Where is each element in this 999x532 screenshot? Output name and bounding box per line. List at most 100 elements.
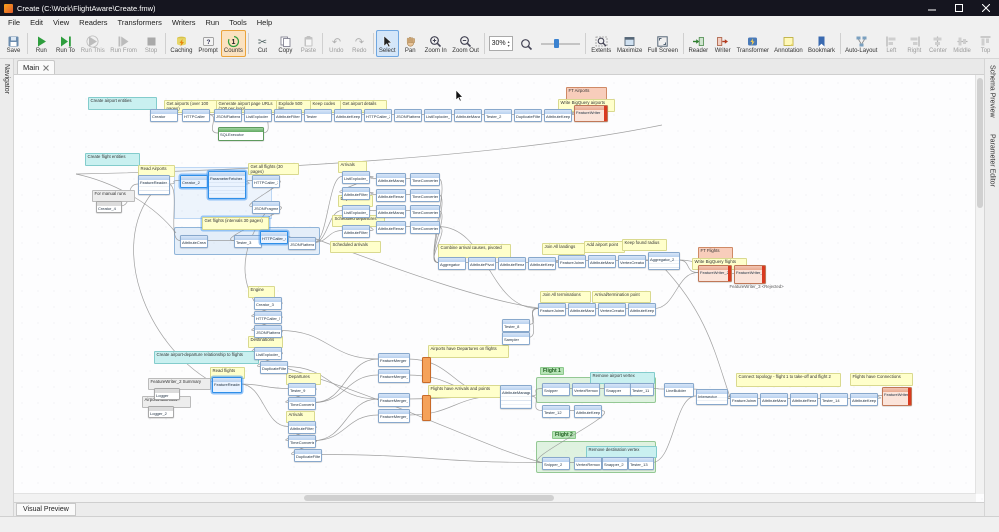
node-featurejoiner-2[interactable]: FeatureJoiner_2 [538, 303, 566, 316]
node-duplicatefilter-3[interactable]: DuplicateFilter_3 [294, 449, 322, 462]
annotation[interactable]: Join All landings [542, 243, 585, 255]
node-jsonflattener-2[interactable]: JSONFlattener_2 [394, 109, 422, 122]
annotation[interactable]: Create airport-departure relationship to… [154, 351, 259, 364]
tab-visual-preview[interactable]: Visual Preview [16, 503, 76, 516]
annotation[interactable]: Join All terminations [540, 291, 591, 303]
horizontal-scrollbar-thumb[interactable] [304, 495, 554, 501]
middle-button[interactable]: Middle [950, 30, 974, 57]
node-timeconverter-2[interactable]: TimeConverter_2 [410, 189, 440, 202]
node-timeconverter-4[interactable]: TimeConverter_4 [410, 221, 440, 234]
select-button[interactable]: Select [376, 30, 399, 57]
node-attributerenamer[interactable]: AttributeRenamer [376, 189, 406, 202]
node-httpcaller-4[interactable]: HTTPCaller_4 [260, 231, 288, 244]
node-tester-3[interactable]: Tester_3 [234, 235, 262, 248]
node-vertexremover-2[interactable]: VertexRemover_2 [574, 457, 602, 470]
node-attributemanager-6[interactable]: AttributeManager_6 [500, 385, 532, 409]
menu-file[interactable]: File [3, 18, 25, 27]
annotation[interactable]: Create flight entities [85, 153, 140, 166]
annotation[interactable]: Flights have Arrivals and points [428, 385, 505, 398]
node-attributefilter-4[interactable]: AttributeFilter_4 [288, 421, 316, 434]
node-listexploder-2[interactable]: ListExploder_2 [424, 109, 452, 122]
bookmark-button[interactable]: Bookmark [805, 30, 837, 57]
menu-view[interactable]: View [48, 18, 74, 27]
node-attributekeeper-6[interactable]: AttributeKeeper_6 [850, 393, 878, 406]
run-to-button[interactable]: Run To [53, 30, 78, 57]
counts-button[interactable]: 1Counts [221, 30, 246, 57]
node-snapper[interactable]: Snapper [604, 383, 632, 396]
pan-button[interactable]: Pan [399, 30, 422, 57]
node-attributemanager-7[interactable]: AttributeManager_7 [760, 393, 788, 406]
run-from-button[interactable]: Run From [108, 30, 140, 57]
maximize-button[interactable]: Maximize [614, 30, 645, 57]
run-this-button[interactable]: Run This [78, 30, 108, 57]
node-aggregator-2[interactable]: Aggregator_2 [648, 252, 680, 270]
node-jsonflattener[interactable]: JSONFlattener [214, 109, 242, 122]
node-featurewriter-3[interactable]: FeatureWriter_3 [734, 265, 766, 284]
node-attributekeeper-4[interactable]: AttributeKeeper_4 [628, 303, 656, 316]
node-tester-13[interactable]: Tester_13 [628, 457, 654, 470]
menu-writers[interactable]: Writers [167, 18, 201, 27]
node-tester-8[interactable]: Tester_8 [502, 319, 530, 332]
node-vertexremover[interactable]: VertexRemover [572, 383, 600, 396]
tab-parameter-editor[interactable]: Parameter Editor [989, 134, 996, 187]
annotation[interactable]: Connect topology - flight 1 to take-off … [736, 373, 841, 387]
bookmark-title[interactable]: Flight 2 [552, 431, 576, 439]
zoom-magnifier-button[interactable] [515, 30, 538, 57]
node-vertexcreator[interactable]: VertexCreator [618, 255, 646, 268]
node-logger[interactable]: Logger [154, 388, 180, 400]
right-button[interactable]: Right [903, 30, 926, 57]
undo-button[interactable]: ↶Undo [325, 30, 348, 57]
node-attributemanager[interactable]: AttributeManager [454, 109, 482, 122]
node-snipper[interactable]: Snipper [542, 383, 570, 396]
node-vertexcreator-2[interactable]: VertexCreator_2 [598, 303, 626, 316]
node-attributekeeper[interactable]: AttributeKeeper [334, 109, 362, 122]
transformer-button[interactable]: Transformer [734, 30, 771, 57]
zoom-spinner[interactable]: ▴▾ [508, 40, 510, 48]
node-timeconverter-5[interactable]: TimeConverter_5 [288, 397, 316, 410]
node-httpcaller-3[interactable]: HTTPCaller_3 [252, 175, 280, 188]
stop-button[interactable]: Stop [140, 30, 163, 57]
save-button[interactable]: Save [2, 30, 25, 57]
annotation[interactable]: FeatureWriter_3 <Rejected> [728, 284, 789, 293]
node-featuremerger[interactable]: FeatureMerger [378, 353, 410, 367]
redo-button[interactable]: ↷Redo [348, 30, 371, 57]
node-httpcaller-5[interactable]: HTTPCaller_5 [254, 311, 282, 324]
annotation[interactable]: Combine arrival causes, pivoted [438, 244, 511, 258]
cut-button[interactable]: ✂Cut [251, 30, 274, 57]
menu-readers[interactable]: Readers [74, 18, 112, 27]
node-attributepivoter[interactable]: AttributePivoter [468, 257, 496, 270]
node-attributecreator[interactable]: AttributeCreator [180, 235, 208, 248]
node-listexploder[interactable]: ListExploder [244, 109, 272, 122]
node-attributekeeper-5[interactable]: AttributeKeeper_5 [574, 405, 602, 418]
tab-close-icon[interactable] [43, 65, 49, 71]
node-parameterfetcher[interactable]: ParameterFetcher [208, 171, 246, 199]
node-logger-2[interactable]: Logger_2 [148, 406, 174, 418]
node-attributekeeper-2[interactable]: AttributeKeeper_2 [544, 109, 572, 122]
node-duplicatefilter-2[interactable]: DuplicateFilter_2 [260, 361, 288, 374]
node-tester-12[interactable]: Tester_12 [542, 405, 570, 418]
annotation[interactable]: Flights have Connections [850, 373, 913, 386]
node-attributerenamer-3[interactable]: AttributeRenamer_3 [498, 257, 526, 270]
annotation[interactable]: Keep found radius [622, 239, 667, 251]
vertical-scrollbar-thumb[interactable] [977, 78, 983, 208]
node-featurewriter[interactable]: FeatureWriter [574, 105, 608, 122]
writer-button[interactable]: Writer [711, 30, 734, 57]
node-attributefilter-3[interactable]: AttributeFilter_3 [342, 225, 370, 238]
node-featurewriter-2[interactable]: FeatureWriter_2 [698, 265, 732, 282]
node-tester-9[interactable]: Tester_9 [288, 383, 316, 396]
node-attributerenamer-2[interactable]: AttributeRenamer_2 [376, 221, 406, 234]
zoom-slider[interactable] [541, 37, 581, 50]
top-button[interactable]: Top [974, 30, 997, 57]
node-attributemanager-4[interactable]: AttributeManager_4 [588, 255, 616, 268]
left-button[interactable]: Left [880, 30, 903, 57]
annotation[interactable]: Airports have Departures on flights [428, 345, 509, 358]
node-snipper-2[interactable]: Snipper_2 [542, 457, 570, 470]
node-attributemanager-3[interactable]: AttributeManager_3 [376, 205, 406, 218]
node-tester-11[interactable]: Tester_11 [630, 383, 654, 396]
node-attributerenamer-4[interactable]: AttributeRenamer_4 [790, 393, 818, 406]
node-featuremerger-2[interactable]: FeatureMerger_2 [378, 369, 410, 383]
full-screen-button[interactable]: Full Screen [645, 30, 680, 57]
node-featurereader[interactable]: FeatureReader [138, 175, 170, 195]
center-button[interactable]: Center [926, 30, 950, 57]
prompt-button[interactable]: ?Prompt [195, 30, 220, 57]
